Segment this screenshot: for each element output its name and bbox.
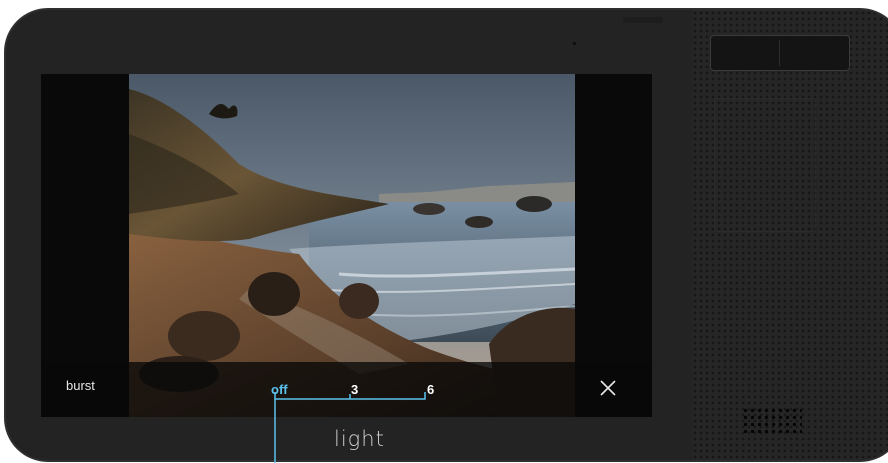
shutter-button[interactable] (623, 17, 663, 23)
sensor-dot (573, 42, 576, 45)
flash-window (710, 35, 850, 71)
close-icon[interactable] (598, 378, 618, 398)
selection-callout-bracket (274, 392, 426, 463)
speaker-grille (742, 407, 802, 433)
camera-device: burst off 3 6 light (4, 8, 888, 462)
camera-grip-panel (692, 10, 888, 460)
touch-screen: burst off 3 6 (41, 74, 652, 417)
grip-outline (714, 98, 816, 232)
burst-menu-title: burst (66, 378, 95, 393)
